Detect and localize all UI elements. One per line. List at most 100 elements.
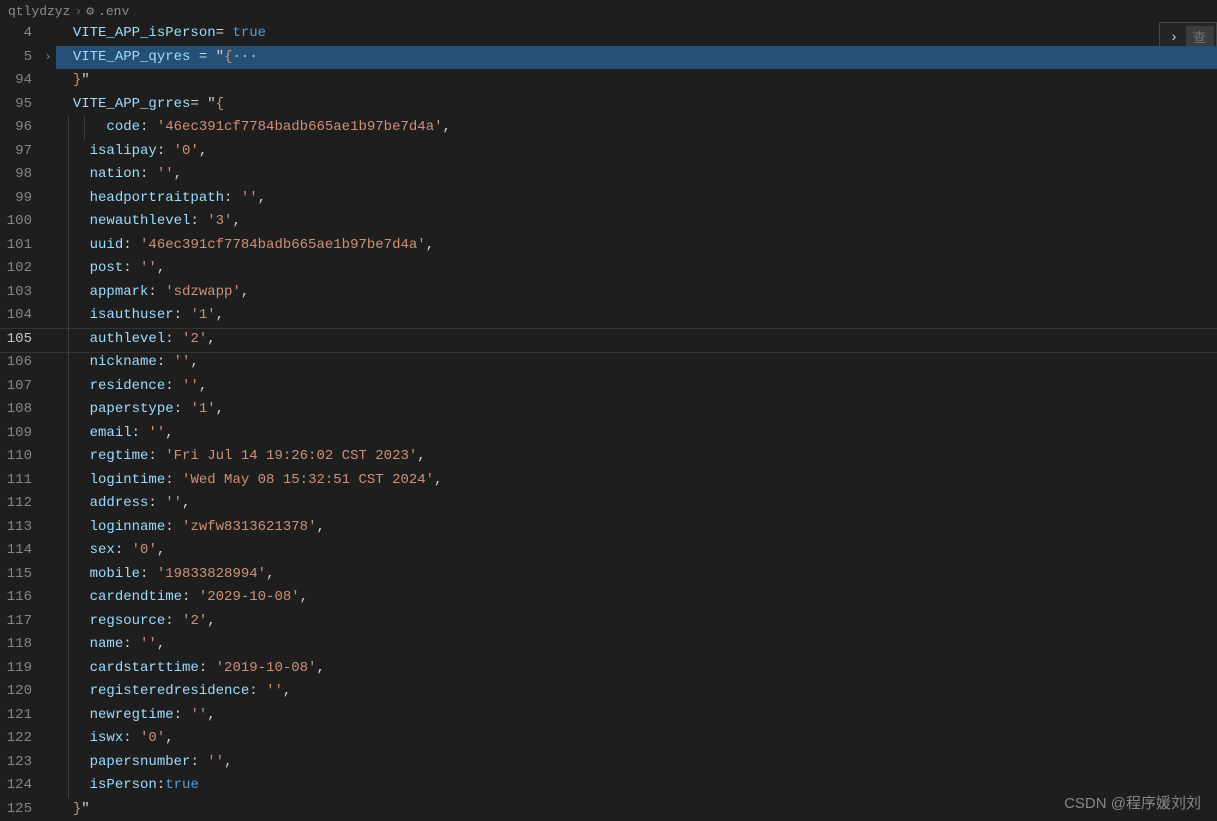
code-line[interactable]: email: '', — [56, 422, 1217, 446]
code-line[interactable]: nickname: '', — [56, 351, 1217, 375]
code-line[interactable]: appmark: 'sdzwapp', — [56, 281, 1217, 305]
code-line[interactable]: isalipay: '0', — [56, 140, 1217, 164]
code-line[interactable]: regtime: 'Fri Jul 14 19:26:02 CST 2023', — [56, 445, 1217, 469]
fold-marker[interactable] — [40, 633, 56, 657]
line-number: 109 — [0, 422, 40, 446]
code-line[interactable]: VITE_APP_qyres = "{··· — [56, 46, 1217, 70]
fold-marker[interactable] — [40, 210, 56, 234]
fold-column: › — [40, 22, 56, 821]
code-line[interactable]: VITE_APP_isPerson= true — [56, 22, 1217, 46]
line-number: 110 — [0, 445, 40, 469]
code-line[interactable]: logintime: 'Wed May 08 15:32:51 CST 2024… — [56, 469, 1217, 493]
code-line[interactable]: residence: '', — [56, 375, 1217, 399]
fold-marker[interactable] — [40, 328, 56, 352]
line-number: 4 — [0, 22, 40, 46]
fold-marker[interactable] — [40, 704, 56, 728]
code-line[interactable]: loginname: 'zwfw8313621378', — [56, 516, 1217, 540]
code-line[interactable]: mobile: '19833828994', — [56, 563, 1217, 587]
fold-marker[interactable] — [40, 610, 56, 634]
line-number: 103 — [0, 281, 40, 305]
line-number: 115 — [0, 563, 40, 587]
fold-marker[interactable] — [40, 798, 56, 821]
fold-marker[interactable] — [40, 22, 56, 46]
fold-marker[interactable] — [40, 116, 56, 140]
line-number: 105 — [0, 328, 40, 352]
fold-marker[interactable] — [40, 680, 56, 704]
code-line[interactable]: registeredresidence: '', — [56, 680, 1217, 704]
line-number: 106 — [0, 351, 40, 375]
code-line[interactable]: isPerson:true — [56, 774, 1217, 798]
fold-marker[interactable]: › — [40, 46, 56, 70]
code-line[interactable]: address: '', — [56, 492, 1217, 516]
code-line[interactable]: paperstype: '1', — [56, 398, 1217, 422]
fold-marker[interactable] — [40, 516, 56, 540]
line-number: 96 — [0, 116, 40, 140]
fold-marker[interactable] — [40, 727, 56, 751]
fold-marker[interactable] — [40, 140, 56, 164]
fold-marker[interactable] — [40, 657, 56, 681]
code-line[interactable]: newregtime: '', — [56, 704, 1217, 728]
fold-marker[interactable] — [40, 234, 56, 258]
text-editor[interactable]: 4594959697989910010110210310410510610710… — [0, 22, 1217, 821]
line-number: 101 — [0, 234, 40, 258]
breadcrumb-file[interactable]: .env — [98, 4, 129, 19]
fold-marker[interactable] — [40, 469, 56, 493]
code-line[interactable]: headportraitpath: '', — [56, 187, 1217, 211]
code-line[interactable]: papersnumber: '', — [56, 751, 1217, 775]
line-number: 99 — [0, 187, 40, 211]
code-line[interactable]: cardendtime: '2029-10-08', — [56, 586, 1217, 610]
code-line[interactable]: newauthlevel: '3', — [56, 210, 1217, 234]
line-number: 100 — [0, 210, 40, 234]
code-line[interactable]: }" — [56, 798, 1217, 821]
breadcrumb-folder[interactable]: qtlydzyz — [8, 4, 70, 19]
code-line[interactable]: iswx: '0', — [56, 727, 1217, 751]
code-line[interactable]: code: '46ec391cf7784badb665ae1b97be7d4a'… — [56, 116, 1217, 140]
line-number: 123 — [0, 751, 40, 775]
fold-marker[interactable] — [40, 492, 56, 516]
line-number: 108 — [0, 398, 40, 422]
code-line[interactable]: cardstarttime: '2019-10-08', — [56, 657, 1217, 681]
fold-marker[interactable] — [40, 774, 56, 798]
code-line[interactable]: name: '', — [56, 633, 1217, 657]
fold-marker[interactable] — [40, 445, 56, 469]
code-line[interactable]: sex: '0', — [56, 539, 1217, 563]
code-line[interactable]: regsource: '2', — [56, 610, 1217, 634]
code-line[interactable]: }" — [56, 69, 1217, 93]
code-line[interactable]: isauthuser: '1', — [56, 304, 1217, 328]
fold-marker[interactable] — [40, 93, 56, 117]
fold-marker[interactable] — [40, 422, 56, 446]
line-number: 117 — [0, 610, 40, 634]
line-number: 94 — [0, 69, 40, 93]
fold-marker[interactable] — [40, 281, 56, 305]
fold-marker[interactable] — [40, 398, 56, 422]
line-number: 119 — [0, 657, 40, 681]
fold-marker[interactable] — [40, 563, 56, 587]
watermark: CSDN @程序媛刘刘 — [1064, 792, 1201, 813]
fold-marker[interactable] — [40, 187, 56, 211]
code-line[interactable]: VITE_APP_grres= "{ — [56, 93, 1217, 117]
fold-marker[interactable] — [40, 586, 56, 610]
fold-marker[interactable] — [40, 304, 56, 328]
env-file-icon: ⚙ — [86, 4, 94, 19]
code-line[interactable]: authlevel: '2', — [56, 328, 1217, 352]
line-number: 116 — [0, 586, 40, 610]
line-number: 5 — [0, 46, 40, 70]
fold-marker[interactable] — [40, 751, 56, 775]
code-line[interactable]: post: '', — [56, 257, 1217, 281]
fold-marker[interactable] — [40, 351, 56, 375]
code-content[interactable]: VITE_APP_isPerson= true VITE_APP_qyres =… — [56, 22, 1217, 821]
fold-marker[interactable] — [40, 69, 56, 93]
fold-marker[interactable] — [40, 375, 56, 399]
line-number: 95 — [0, 93, 40, 117]
code-line[interactable]: nation: '', — [56, 163, 1217, 187]
line-number: 125 — [0, 798, 40, 821]
fold-marker[interactable] — [40, 163, 56, 187]
line-number: 107 — [0, 375, 40, 399]
line-number: 112 — [0, 492, 40, 516]
breadcrumb: qtlydzyz › ⚙ .env — [0, 0, 1217, 22]
fold-marker[interactable] — [40, 257, 56, 281]
code-line[interactable]: uuid: '46ec391cf7784badb665ae1b97be7d4a'… — [56, 234, 1217, 258]
fold-marker[interactable] — [40, 539, 56, 563]
line-number: 114 — [0, 539, 40, 563]
line-number: 104 — [0, 304, 40, 328]
